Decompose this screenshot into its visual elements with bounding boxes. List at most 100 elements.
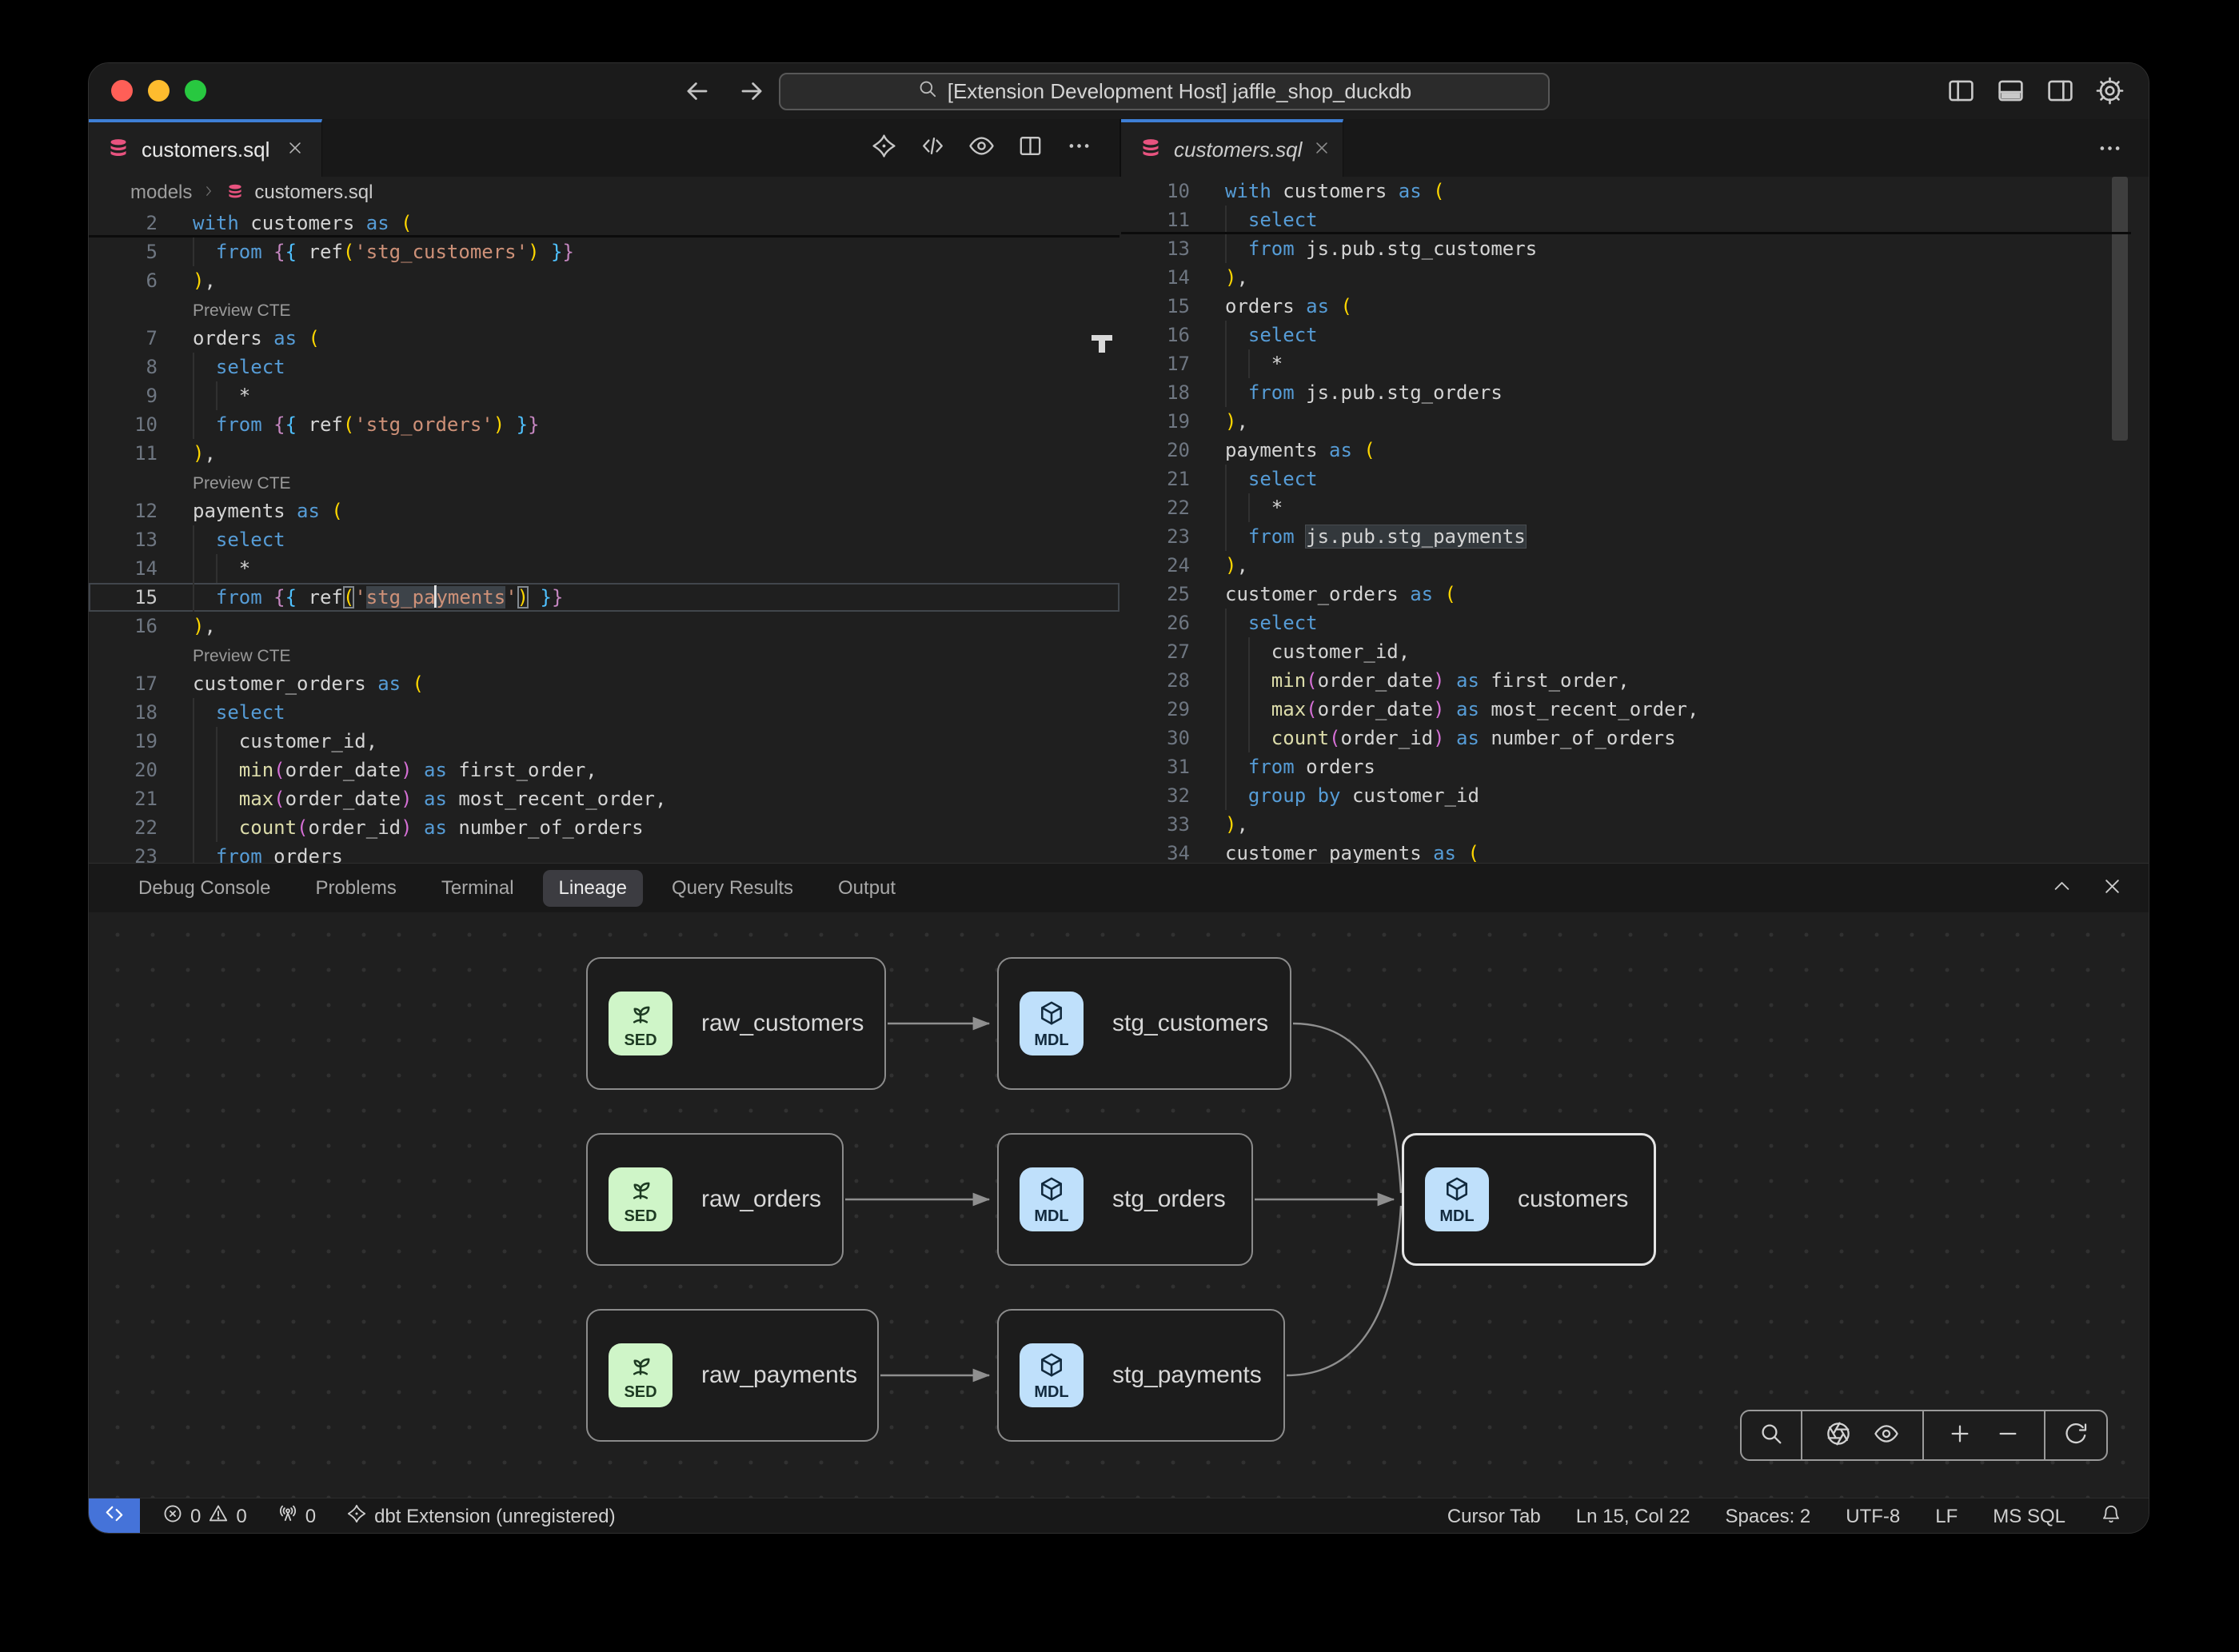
- remote-icon: [104, 1503, 125, 1530]
- sql-file-icon: [1139, 138, 1163, 162]
- status-item-indentation[interactable]: Spaces: 2: [1726, 1506, 1811, 1528]
- code-line: *: [193, 554, 1120, 583]
- bell-icon: [2101, 1503, 2121, 1530]
- zoom-window-button[interactable]: [185, 80, 206, 102]
- forward-icon[interactable]: [736, 76, 767, 110]
- indent-guide: [1225, 724, 1227, 752]
- editor-group-left: customers.sql: [89, 119, 1120, 177]
- lineage-node-raw_orders[interactable]: SED raw_orders: [586, 1133, 844, 1266]
- settings-gear-icon[interactable]: [2095, 76, 2125, 110]
- zoom-in-icon[interactable]: [1947, 1421, 1973, 1450]
- code-icon[interactable]: [920, 133, 946, 163]
- search-icon[interactable]: [1758, 1421, 1784, 1450]
- compiled-editor[interactable]: 10with customers as (11 select13 from js…: [1121, 177, 2131, 863]
- layout-sidebar-left-icon[interactable]: [1946, 76, 1976, 110]
- token: *: [239, 557, 250, 580]
- status-item-language-mode[interactable]: MS SQL: [1993, 1506, 2065, 1528]
- code-line: min(order_date) as first_order,: [1225, 666, 2131, 695]
- status-item-cursor-tab[interactable]: Cursor Tab: [1447, 1506, 1541, 1528]
- token: *: [1271, 353, 1283, 375]
- code-row-32: 32 group by customer_id: [1121, 781, 2131, 810]
- open-preview-icon[interactable]: [968, 133, 995, 163]
- panel-tab-problems[interactable]: Problems: [299, 870, 412, 907]
- line-number: 34: [1121, 839, 1190, 863]
- window-layout-controls: [1946, 76, 2125, 110]
- zoom-out-icon[interactable]: [1995, 1421, 2021, 1450]
- close-window-button[interactable]: [111, 80, 133, 102]
- lineage-node-stg_customers[interactable]: MDLstg_customers: [997, 957, 1291, 1090]
- lineage-node-stg_orders[interactable]: MDLstg_orders: [997, 1133, 1253, 1266]
- code-row-9: 9 *: [89, 381, 1120, 410]
- lineage-canvas[interactable]: SEDraw_customers MDLstg_customers SED raw_o…: [89, 912, 2149, 1498]
- seedling-icon: [626, 999, 655, 1032]
- status-item-cursor-position[interactable]: Ln 15, Col 22: [1576, 1506, 1690, 1528]
- error-icon: [162, 1503, 183, 1530]
- close-tab-icon[interactable]: [286, 139, 304, 161]
- line-number: 17: [89, 669, 158, 698]
- more-actions-icon[interactable]: [1066, 133, 1092, 163]
- code-row-19: 19 customer_id,: [89, 727, 1120, 756]
- tab-customers-sql[interactable]: customers.sql: [89, 119, 322, 177]
- status-item-problems[interactable]: 00: [162, 1503, 247, 1530]
- status-item-ports[interactable]: 0: [277, 1503, 316, 1530]
- line-number: 20: [1121, 436, 1190, 465]
- maximize-panel-icon[interactable]: [2051, 876, 2073, 901]
- breadcrumb-folder[interactable]: models: [130, 182, 192, 204]
- more-actions-icon[interactable]: [2097, 119, 2149, 177]
- search-text: [Extension Development Host] jaffle_shop…: [948, 79, 1412, 104]
- refresh-icon[interactable]: [2063, 1421, 2089, 1450]
- remote-indicator[interactable]: [89, 1498, 140, 1534]
- codelens-preview-cte[interactable]: Preview CTE: [193, 647, 291, 665]
- split-editor-icon[interactable]: [1017, 133, 1044, 163]
- token: *: [239, 385, 250, 407]
- token: min: [1271, 669, 1306, 692]
- eye-icon[interactable]: [1874, 1421, 1899, 1450]
- code-line: from {{ ref('stg_customers') }}: [193, 237, 1120, 266]
- panel-tab-output[interactable]: Output: [822, 870, 912, 907]
- badge-type-label: SED: [624, 1207, 657, 1225]
- code-row-28: 28 min(order_date) as first_order,: [1121, 666, 2131, 695]
- lineage-node-raw_customers[interactable]: SEDraw_customers: [586, 957, 886, 1090]
- node-label: raw_orders: [701, 1186, 821, 1213]
- token: [193, 241, 216, 263]
- panel-tab-lineage[interactable]: Lineage: [543, 870, 643, 907]
- status-item-dbt-extension[interactable]: dbt Extension (unregistered): [346, 1503, 616, 1530]
- token: (: [1306, 698, 1317, 720]
- layout-sidebar-right-icon[interactable]: [2045, 76, 2075, 110]
- tab-customers-sql-preview[interactable]: customers.sql: [1121, 119, 1343, 177]
- indent-guide: [1225, 522, 1227, 551]
- close-tab-icon[interactable]: [1313, 139, 1331, 161]
- lineage-node-stg_payments[interactable]: MDLstg_payments: [997, 1309, 1285, 1442]
- codelens-preview-cte[interactable]: Preview CTE: [193, 474, 291, 493]
- status-item-notifications[interactable]: [2101, 1503, 2121, 1530]
- source-editor[interactable]: 2with customers as (5 from {{ ref('stg_c…: [89, 209, 1120, 863]
- indent-guide: [1248, 637, 1250, 666]
- aperture-icon[interactable]: [1826, 1421, 1851, 1450]
- codelens-preview-cte[interactable]: Preview CTE: [193, 301, 291, 320]
- line-number: 8: [89, 353, 158, 381]
- breadcrumb-file[interactable]: customers.sql: [254, 182, 373, 204]
- back-icon[interactable]: [682, 76, 712, 110]
- status-item-eol[interactable]: LF: [1935, 1506, 1958, 1528]
- token: {: [273, 413, 285, 436]
- panel-tab-query-results[interactable]: Query Results: [656, 870, 809, 907]
- token: first_order,: [458, 759, 597, 781]
- panel-tab-debug-console[interactable]: Debug Console: [122, 870, 286, 907]
- panel-tab-terminal[interactable]: Terminal: [425, 870, 530, 907]
- line-number: 24: [1121, 551, 1190, 580]
- token: [193, 701, 216, 724]
- seedling-icon: [626, 1351, 655, 1383]
- dbt-preview-icon[interactable]: [871, 133, 897, 163]
- layout-panel-icon[interactable]: [1996, 76, 2025, 110]
- close-panel-icon[interactable]: [2101, 876, 2123, 901]
- line-number: 21: [89, 784, 158, 813]
- indent-guide: [193, 525, 194, 554]
- status-item-encoding[interactable]: UTF-8: [1846, 1506, 1900, 1528]
- lineage-node-raw_payments[interactable]: SEDraw_payments: [586, 1309, 879, 1442]
- minimize-window-button[interactable]: [148, 80, 170, 102]
- code-line: from orders: [193, 842, 1120, 863]
- code-row-13: 13 select: [89, 525, 1120, 554]
- lineage-node-customers[interactable]: MDLcustomers: [1402, 1133, 1656, 1266]
- command-center-search[interactable]: [Extension Development Host] jaffle_shop…: [779, 73, 1550, 110]
- token: as: [1399, 180, 1433, 202]
